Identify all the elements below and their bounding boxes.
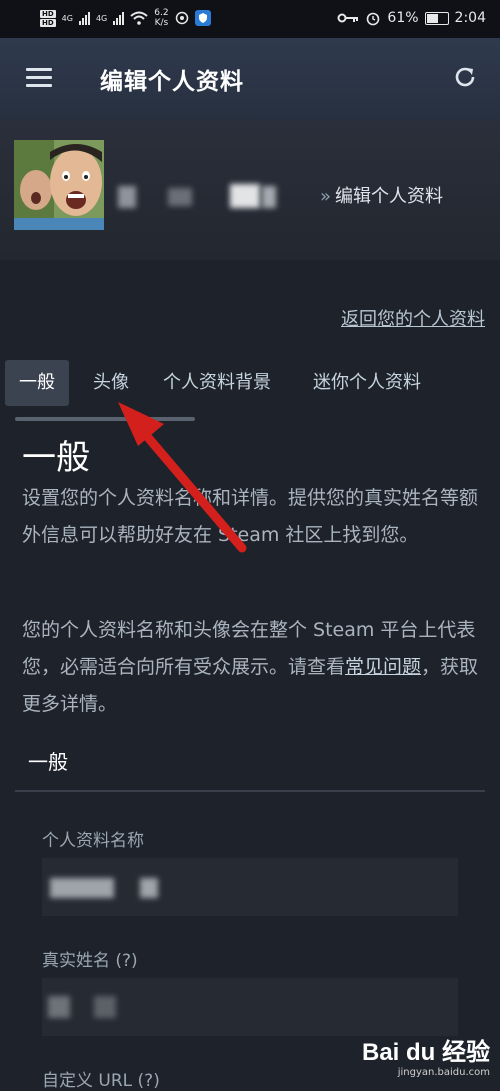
page-title: 编辑个人资料 bbox=[100, 69, 244, 95]
network-speed-unit: K/s bbox=[154, 18, 169, 28]
general-description: 设置您的个人资料名称和详情。提供您的真实姓名等额外信息可以帮助好友在 Steam… bbox=[22, 487, 479, 546]
alarm-icon bbox=[367, 12, 380, 26]
chevron-right-icon: » bbox=[320, 186, 332, 207]
redacted-value-3 bbox=[48, 996, 70, 1018]
app-header: 编辑个人资料 bbox=[0, 38, 500, 120]
profile-name-label: 个人资料名称 bbox=[42, 831, 144, 851]
battery-fill bbox=[426, 13, 438, 23]
back-to-profile-link[interactable]: 返回您的个人资料 bbox=[341, 305, 485, 331]
edit-profile-link[interactable]: » 编辑个人资料 bbox=[320, 182, 443, 208]
clock: 2:04 bbox=[454, 10, 486, 26]
section-title: 一般 bbox=[22, 438, 90, 478]
faq-link[interactable]: 常见问题 bbox=[345, 656, 421, 678]
network-type-2: 4G bbox=[95, 13, 108, 23]
status-left: HD HD 4G 4G 6.2 K/s bbox=[40, 8, 211, 28]
battery-icon bbox=[424, 11, 449, 25]
profile-name-input[interactable] bbox=[42, 858, 458, 916]
avatar[interactable] bbox=[14, 140, 104, 230]
network-speed: 6.2 K/s bbox=[154, 8, 168, 28]
subsection-heading: 一般 bbox=[28, 750, 68, 774]
edit-profile-label: 编辑个人资料 bbox=[335, 186, 444, 207]
divider bbox=[15, 790, 485, 792]
profile-banner: » 编辑个人资料 bbox=[0, 120, 500, 260]
network-speed-value: 6.2 bbox=[154, 8, 169, 18]
wifi-icon bbox=[130, 11, 148, 25]
watermark-logo: Bai du 经验 bbox=[361, 1039, 490, 1066]
watermark-url: jingyan.baidu.com bbox=[397, 1067, 490, 1078]
nfc-icon bbox=[175, 11, 188, 25]
avatar-photo bbox=[14, 140, 104, 230]
signal-icon bbox=[78, 11, 90, 25]
platform-description: 您的个人资料名称和头像会在整个 Steam 平台上代表您，必需适合向所有受众展示… bbox=[22, 612, 482, 723]
redacted-value bbox=[50, 878, 114, 898]
redacted-value-4 bbox=[94, 996, 116, 1018]
key-icon bbox=[337, 13, 359, 23]
tab-bar: 一般 头像 个人资料背景 迷你个人资料 bbox=[5, 360, 435, 406]
redacted-name-2 bbox=[168, 188, 192, 206]
status-right: 61% 2:04 bbox=[337, 10, 486, 26]
real-name-label: 真实姓名 (?) bbox=[42, 951, 138, 971]
signal-icon-2 bbox=[113, 11, 125, 25]
refresh-icon[interactable] bbox=[452, 64, 478, 90]
tab-mini-profile[interactable]: 迷你个人资料 bbox=[291, 360, 435, 406]
redacted-value-2 bbox=[140, 878, 158, 898]
hd-badge-bottom: HD bbox=[40, 18, 56, 27]
tab-avatar[interactable]: 头像 bbox=[69, 360, 143, 406]
hd-badge-top: HD bbox=[40, 9, 56, 18]
tab-profile-background[interactable]: 个人资料背景 bbox=[143, 360, 291, 406]
network-type-1: 4G bbox=[61, 13, 73, 23]
real-name-input[interactable] bbox=[42, 978, 458, 1036]
shield-app-icon bbox=[194, 10, 211, 26]
custom-url-label: 自定义 URL (?) bbox=[42, 1071, 160, 1091]
status-bar: HD HD 4G 4G 6.2 K/s 61% 2:04 bbox=[0, 0, 500, 38]
hd-badge: HD HD bbox=[40, 9, 56, 27]
battery-percent: 61% bbox=[387, 10, 419, 26]
redacted-name bbox=[118, 186, 136, 208]
baidu-watermark: Bai du 经验 jingyan.baidu.com bbox=[362, 1032, 490, 1078]
redacted-name-3 bbox=[230, 184, 260, 208]
redacted-name-4 bbox=[262, 186, 276, 208]
menu-icon[interactable] bbox=[26, 68, 52, 88]
tab-scrollbar[interactable] bbox=[15, 417, 195, 421]
tab-general[interactable]: 一般 bbox=[5, 360, 69, 406]
